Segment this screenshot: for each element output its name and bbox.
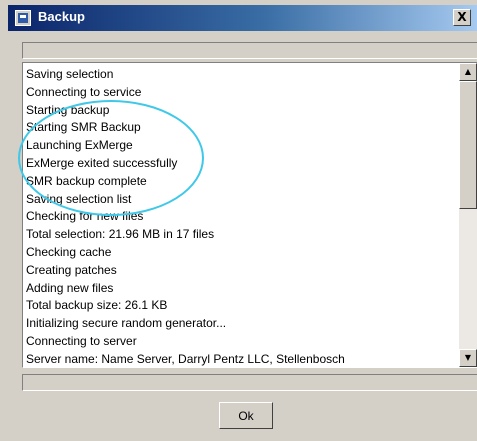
arrow-down-icon: ▼ xyxy=(464,353,472,362)
log-line: Saving selection list xyxy=(26,191,132,206)
log-line: Total selection: 21.96 MB in 17 files xyxy=(26,227,215,242)
close-button[interactable]: X xyxy=(453,9,471,26)
log-line: Adding new files xyxy=(26,280,114,295)
log-line: SMR backup complete xyxy=(26,173,147,188)
vertical-scrollbar[interactable]: ▲ ▼ xyxy=(459,63,477,367)
log-line: Launching ExMerge xyxy=(26,138,133,153)
log-line: Checking for new files xyxy=(26,209,144,224)
scroll-down-button[interactable]: ▼ xyxy=(459,349,477,367)
log-line: Creating patches xyxy=(26,262,117,277)
title-bar[interactable]: Backup X xyxy=(8,5,477,31)
log-line: Server name: Name Server, Darryl Pentz L… xyxy=(26,351,345,366)
log-line: Connecting to service xyxy=(26,84,142,99)
log-list[interactable]: Saving selection Connecting to service S… xyxy=(22,62,477,368)
close-icon: X xyxy=(457,10,467,24)
log-lines: Saving selection Connecting to service S… xyxy=(26,66,455,367)
ok-button[interactable]: Ok xyxy=(219,402,273,429)
log-line: Initializing secure random generator... xyxy=(26,316,227,331)
backup-window: Backup X Saving selection Connecting to … xyxy=(0,0,477,441)
log-line: ExMerge exited successfully xyxy=(26,155,178,170)
scrollbar-thumb[interactable] xyxy=(459,81,477,209)
log-line: Saving selection xyxy=(26,67,114,81)
scroll-up-button[interactable]: ▲ xyxy=(459,63,477,81)
arrow-up-icon: ▲ xyxy=(464,67,472,76)
log-line: Starting backup xyxy=(26,102,110,117)
log-line: Checking cache xyxy=(26,244,112,259)
log-line: Starting SMR Backup xyxy=(26,120,141,135)
progress-bar xyxy=(22,42,477,59)
log-line: Total backup size: 26.1 KB xyxy=(26,298,168,313)
window-title: Backup xyxy=(38,9,85,24)
log-line: Connecting to server xyxy=(26,333,137,348)
status-bar xyxy=(22,374,477,391)
backup-app-icon xyxy=(15,10,31,26)
